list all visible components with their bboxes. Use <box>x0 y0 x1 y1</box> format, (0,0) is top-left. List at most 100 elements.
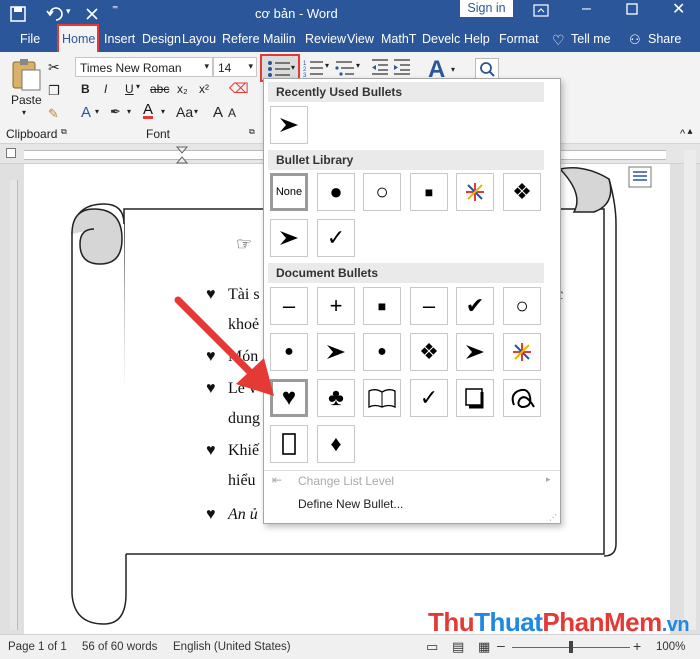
multilevel-dropdown-icon[interactable]: ▾ <box>356 61 360 70</box>
zoom-out-icon[interactable]: – <box>497 637 505 653</box>
bullets-dropdown-icon[interactable]: ▾ <box>291 63 295 72</box>
list-item[interactable]: Khiế <box>228 442 259 460</box>
increase-indent-icon[interactable] <box>392 58 412 76</box>
bullet-diamond-cluster[interactable]: ❖ <box>410 333 448 371</box>
bullet-hollow-rectangle[interactable] <box>270 425 308 463</box>
subscript-icon[interactable]: x₂ <box>177 82 188 96</box>
change-list-level-item[interactable]: Change List Level <box>298 474 394 488</box>
font-launcher-icon[interactable]: ⧉ <box>249 127 255 137</box>
bullet-checkmark[interactable]: ✔ <box>456 287 494 325</box>
paste-dropdown-icon[interactable]: ▾ <box>22 108 26 117</box>
layout-options-icon[interactable] <box>628 166 652 188</box>
font-size-box[interactable]: 14 ▾ <box>213 57 257 77</box>
styles-dropdown-icon[interactable]: ▾ <box>451 65 455 74</box>
bullet-book[interactable] <box>363 379 401 417</box>
font-name-box[interactable]: Times New Roman ▾ <box>75 57 213 77</box>
resize-grip-icon[interactable]: ⋰ <box>549 513 557 522</box>
tab-home[interactable]: Home <box>62 32 95 46</box>
bullet-club[interactable]: ♣ <box>317 379 355 417</box>
tab-file[interactable]: File <box>20 32 40 46</box>
web-layout-icon[interactable]: ▦ <box>478 639 490 655</box>
bullet-diamond-cluster[interactable]: ❖ <box>503 173 541 211</box>
text-effects-dropdown-icon[interactable]: ▾ <box>95 107 99 116</box>
multilevel-list-icon[interactable] <box>334 58 356 78</box>
language-indicator[interactable]: English (United States) <box>173 641 291 653</box>
clear-format-icon[interactable]: ⌫ <box>229 80 249 97</box>
bullet-filled-circle[interactable]: ● <box>317 173 355 211</box>
ribbon-display-icon[interactable] <box>532 3 550 19</box>
tab-help[interactable]: Help <box>464 32 490 46</box>
vertical-ruler[interactable] <box>10 180 18 630</box>
bullet-diamond[interactable]: ♦ <box>317 425 355 463</box>
format-painter-icon[interactable]: ✎ <box>48 106 59 122</box>
tab-design[interactable]: Design <box>142 32 181 46</box>
tab-mailings[interactable]: Mailin <box>263 32 296 46</box>
bullet-none[interactable]: None <box>270 173 308 211</box>
list-item-continued[interactable]: hiểu <box>228 472 256 490</box>
paste-label[interactable]: Paste <box>11 93 42 107</box>
cut-icon[interactable]: ✂ <box>48 59 60 76</box>
tab-developer[interactable]: Develc <box>422 32 460 46</box>
italic-button[interactable]: I <box>104 82 107 96</box>
bullet-square[interactable]: ■ <box>363 287 401 325</box>
bullet-checkmark[interactable]: ✓ <box>410 379 448 417</box>
underline-button[interactable]: U <box>125 82 134 96</box>
clipboard-launcher-icon[interactable]: ⧉ <box>61 127 67 137</box>
paste-icon[interactable] <box>10 58 42 92</box>
sign-in-button[interactable]: Sign in <box>460 0 513 17</box>
bullet-checkmark[interactable]: ✓ <box>317 219 355 257</box>
tab-review[interactable]: Review <box>305 32 346 46</box>
customize-toolbar-icon[interactable]: ⁼ <box>112 2 118 16</box>
grow-font-icon[interactable]: A <box>213 104 223 121</box>
font-color-dropdown-icon[interactable]: ▾ <box>161 107 165 116</box>
decrease-indent-icon[interactable] <box>370 58 390 76</box>
list-item-continued[interactable]: dung <box>228 410 260 428</box>
share-icon[interactable]: ⚇ <box>629 32 641 48</box>
close-icon[interactable]: ✕ <box>672 0 685 19</box>
tab-view[interactable]: View <box>347 32 374 46</box>
highlight-icon[interactable]: ✒ <box>110 104 121 120</box>
zoom-slider-thumb[interactable] <box>569 641 573 653</box>
bullet-hollow-circle[interactable]: ○ <box>363 173 401 211</box>
bold-button[interactable]: B <box>81 82 90 96</box>
bullet-hollow-circle[interactable]: ○ <box>503 287 541 325</box>
shrink-font-icon[interactable]: A <box>228 106 236 120</box>
tab-math[interactable]: MathT <box>381 32 416 46</box>
change-case-icon[interactable]: Aa <box>176 104 193 120</box>
zoom-level[interactable]: 100% <box>656 641 685 653</box>
zoom-in-icon[interactable]: + <box>633 638 641 654</box>
save-icon[interactable] <box>10 6 26 22</box>
list-item[interactable]: An ủ <box>228 506 258 524</box>
print-layout-icon[interactable]: ▤ <box>452 639 464 655</box>
bullet-scribble[interactable] <box>503 379 541 417</box>
tell-me-box[interactable]: Tell me <box>571 32 611 46</box>
superscript-icon[interactable]: x² <box>199 82 209 96</box>
highlight-dropdown-icon[interactable]: ▾ <box>127 107 131 116</box>
bullet-filled-circle[interactable]: ● <box>363 333 401 371</box>
change-case-dropdown-icon[interactable]: ▾ <box>194 107 198 116</box>
undo-icon[interactable] <box>46 6 64 22</box>
bullet-square[interactable]: ■ <box>410 173 448 211</box>
numbering-icon[interactable]: 123 <box>303 58 325 78</box>
tab-format[interactable]: Format <box>499 32 539 46</box>
numbering-dropdown-icon[interactable]: ▾ <box>325 61 329 70</box>
read-mode-icon[interactable]: ▭ <box>426 639 438 655</box>
word-count[interactable]: 56 of 60 words <box>82 641 157 653</box>
strikethrough-icon[interactable]: abc <box>150 82 169 96</box>
bullet-arrowhead[interactable] <box>317 333 355 371</box>
share-button[interactable]: Share <box>648 32 681 46</box>
text-effects-icon[interactable]: A <box>81 104 91 121</box>
tab-references[interactable]: Refere <box>222 32 260 46</box>
underline-dropdown-icon[interactable]: ▾ <box>136 82 140 91</box>
bullet-color-star[interactable] <box>456 173 494 211</box>
undo-dropdown-icon[interactable]: ▾ <box>66 6 71 17</box>
bullet-dash[interactable]: – <box>410 287 448 325</box>
bullet-arrowhead[interactable] <box>456 333 494 371</box>
find-button[interactable] <box>475 58 499 80</box>
vertical-scrollbar[interactable] <box>684 150 696 630</box>
copy-icon[interactable]: ❐ <box>48 83 60 99</box>
recent-bullet-arrow[interactable] <box>270 106 308 144</box>
bullet-arrowhead[interactable] <box>270 219 308 257</box>
indent-marker-icon[interactable] <box>176 146 188 164</box>
touch-mode-icon[interactable] <box>84 6 100 22</box>
